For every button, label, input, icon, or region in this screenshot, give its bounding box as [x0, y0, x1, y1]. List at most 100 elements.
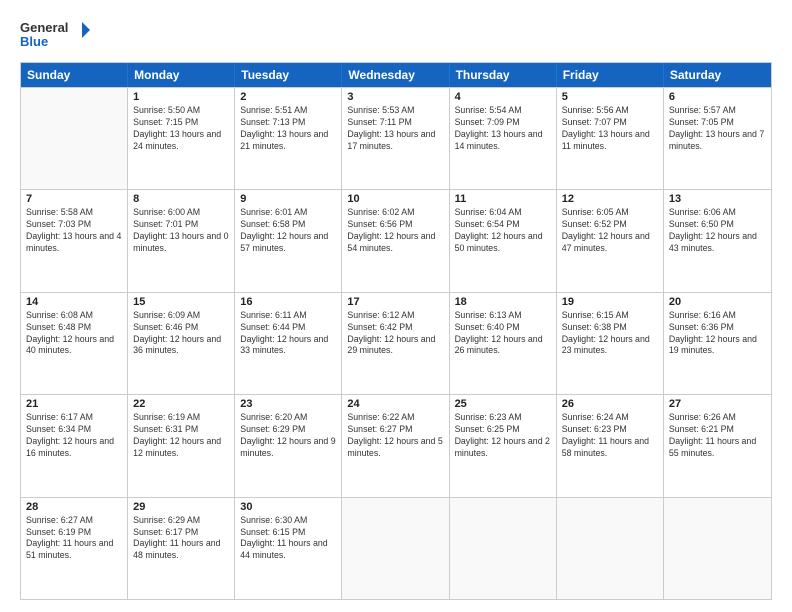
header-day: Monday [128, 63, 235, 87]
cell-info: Sunrise: 6:15 AMSunset: 6:38 PMDaylight:… [562, 310, 658, 358]
day-number: 11 [455, 193, 551, 205]
calendar-cell: 2 Sunrise: 5:51 AMSunset: 7:13 PMDayligh… [235, 88, 342, 189]
calendar-cell: 28 Sunrise: 6:27 AMSunset: 6:19 PMDaylig… [21, 498, 128, 599]
day-number: 24 [347, 398, 443, 410]
cell-info: Sunrise: 5:56 AMSunset: 7:07 PMDaylight:… [562, 105, 658, 153]
day-number: 22 [133, 398, 229, 410]
cell-info: Sunrise: 6:27 AMSunset: 6:19 PMDaylight:… [26, 515, 122, 563]
cell-info: Sunrise: 5:53 AMSunset: 7:11 PMDaylight:… [347, 105, 443, 153]
day-number: 25 [455, 398, 551, 410]
calendar-cell: 3 Sunrise: 5:53 AMSunset: 7:11 PMDayligh… [342, 88, 449, 189]
calendar-cell [557, 498, 664, 599]
cell-info: Sunrise: 6:01 AMSunset: 6:58 PMDaylight:… [240, 207, 336, 255]
cell-info: Sunrise: 6:06 AMSunset: 6:50 PMDaylight:… [669, 207, 766, 255]
cell-info: Sunrise: 6:12 AMSunset: 6:42 PMDaylight:… [347, 310, 443, 358]
header-day: Tuesday [235, 63, 342, 87]
cell-info: Sunrise: 6:00 AMSunset: 7:01 PMDaylight:… [133, 207, 229, 255]
calendar-cell: 9 Sunrise: 6:01 AMSunset: 6:58 PMDayligh… [235, 190, 342, 291]
cell-info: Sunrise: 6:26 AMSunset: 6:21 PMDaylight:… [669, 412, 766, 460]
day-number: 12 [562, 193, 658, 205]
calendar-row: 28 Sunrise: 6:27 AMSunset: 6:19 PMDaylig… [21, 497, 771, 599]
cell-info: Sunrise: 6:02 AMSunset: 6:56 PMDaylight:… [347, 207, 443, 255]
cell-info: Sunrise: 5:51 AMSunset: 7:13 PMDaylight:… [240, 105, 336, 153]
calendar-cell: 4 Sunrise: 5:54 AMSunset: 7:09 PMDayligh… [450, 88, 557, 189]
day-number: 17 [347, 296, 443, 308]
calendar-cell: 22 Sunrise: 6:19 AMSunset: 6:31 PMDaylig… [128, 395, 235, 496]
day-number: 1 [133, 91, 229, 103]
calendar-cell: 18 Sunrise: 6:13 AMSunset: 6:40 PMDaylig… [450, 293, 557, 394]
cell-info: Sunrise: 6:24 AMSunset: 6:23 PMDaylight:… [562, 412, 658, 460]
calendar-cell: 5 Sunrise: 5:56 AMSunset: 7:07 PMDayligh… [557, 88, 664, 189]
calendar-cell: 30 Sunrise: 6:30 AMSunset: 6:15 PMDaylig… [235, 498, 342, 599]
day-number: 30 [240, 501, 336, 513]
calendar-cell: 1 Sunrise: 5:50 AMSunset: 7:15 PMDayligh… [128, 88, 235, 189]
cell-info: Sunrise: 6:17 AMSunset: 6:34 PMDaylight:… [26, 412, 122, 460]
cell-info: Sunrise: 5:50 AMSunset: 7:15 PMDaylight:… [133, 105, 229, 153]
calendar-cell [450, 498, 557, 599]
calendar-cell: 8 Sunrise: 6:00 AMSunset: 7:01 PMDayligh… [128, 190, 235, 291]
day-number: 13 [669, 193, 766, 205]
day-number: 28 [26, 501, 122, 513]
calendar-cell [664, 498, 771, 599]
day-number: 15 [133, 296, 229, 308]
day-number: 8 [133, 193, 229, 205]
cell-info: Sunrise: 6:04 AMSunset: 6:54 PMDaylight:… [455, 207, 551, 255]
cell-info: Sunrise: 5:58 AMSunset: 7:03 PMDaylight:… [26, 207, 122, 255]
calendar-row: 1 Sunrise: 5:50 AMSunset: 7:15 PMDayligh… [21, 87, 771, 189]
cell-info: Sunrise: 6:11 AMSunset: 6:44 PMDaylight:… [240, 310, 336, 358]
cell-info: Sunrise: 6:22 AMSunset: 6:27 PMDaylight:… [347, 412, 443, 460]
calendar-cell: 11 Sunrise: 6:04 AMSunset: 6:54 PMDaylig… [450, 190, 557, 291]
day-number: 7 [26, 193, 122, 205]
header-day: Wednesday [342, 63, 449, 87]
cell-info: Sunrise: 6:19 AMSunset: 6:31 PMDaylight:… [133, 412, 229, 460]
cell-info: Sunrise: 6:05 AMSunset: 6:52 PMDaylight:… [562, 207, 658, 255]
calendar-cell: 12 Sunrise: 6:05 AMSunset: 6:52 PMDaylig… [557, 190, 664, 291]
calendar-cell: 14 Sunrise: 6:08 AMSunset: 6:48 PMDaylig… [21, 293, 128, 394]
calendar-cell: 16 Sunrise: 6:11 AMSunset: 6:44 PMDaylig… [235, 293, 342, 394]
cell-info: Sunrise: 5:57 AMSunset: 7:05 PMDaylight:… [669, 105, 766, 153]
cell-info: Sunrise: 6:20 AMSunset: 6:29 PMDaylight:… [240, 412, 336, 460]
header-day: Saturday [664, 63, 771, 87]
calendar-cell: 17 Sunrise: 6:12 AMSunset: 6:42 PMDaylig… [342, 293, 449, 394]
header-day: Thursday [450, 63, 557, 87]
calendar-cell [342, 498, 449, 599]
logo: General Blue [20, 18, 90, 54]
calendar-cell: 21 Sunrise: 6:17 AMSunset: 6:34 PMDaylig… [21, 395, 128, 496]
calendar-cell: 15 Sunrise: 6:09 AMSunset: 6:46 PMDaylig… [128, 293, 235, 394]
cell-info: Sunrise: 6:23 AMSunset: 6:25 PMDaylight:… [455, 412, 551, 460]
calendar-row: 14 Sunrise: 6:08 AMSunset: 6:48 PMDaylig… [21, 292, 771, 394]
calendar-cell: 23 Sunrise: 6:20 AMSunset: 6:29 PMDaylig… [235, 395, 342, 496]
header-day: Sunday [21, 63, 128, 87]
day-number: 16 [240, 296, 336, 308]
day-number: 6 [669, 91, 766, 103]
cell-info: Sunrise: 6:30 AMSunset: 6:15 PMDaylight:… [240, 515, 336, 563]
calendar-cell: 13 Sunrise: 6:06 AMSunset: 6:50 PMDaylig… [664, 190, 771, 291]
day-number: 27 [669, 398, 766, 410]
day-number: 18 [455, 296, 551, 308]
day-number: 2 [240, 91, 336, 103]
cell-info: Sunrise: 6:16 AMSunset: 6:36 PMDaylight:… [669, 310, 766, 358]
calendar-cell: 6 Sunrise: 5:57 AMSunset: 7:05 PMDayligh… [664, 88, 771, 189]
cell-info: Sunrise: 6:08 AMSunset: 6:48 PMDaylight:… [26, 310, 122, 358]
day-number: 29 [133, 501, 229, 513]
day-number: 3 [347, 91, 443, 103]
day-number: 9 [240, 193, 336, 205]
cell-info: Sunrise: 5:54 AMSunset: 7:09 PMDaylight:… [455, 105, 551, 153]
day-number: 23 [240, 398, 336, 410]
calendar: SundayMondayTuesdayWednesdayThursdayFrid… [20, 62, 772, 600]
calendar-cell: 24 Sunrise: 6:22 AMSunset: 6:27 PMDaylig… [342, 395, 449, 496]
calendar-page: General Blue SundayMondayTuesdayWednesda… [0, 0, 792, 612]
calendar-row: 7 Sunrise: 5:58 AMSunset: 7:03 PMDayligh… [21, 189, 771, 291]
day-number: 20 [669, 296, 766, 308]
calendar-cell: 20 Sunrise: 6:16 AMSunset: 6:36 PMDaylig… [664, 293, 771, 394]
calendar-cell: 25 Sunrise: 6:23 AMSunset: 6:25 PMDaylig… [450, 395, 557, 496]
day-number: 19 [562, 296, 658, 308]
day-number: 26 [562, 398, 658, 410]
svg-text:Blue: Blue [20, 34, 48, 49]
calendar-cell [21, 88, 128, 189]
calendar-row: 21 Sunrise: 6:17 AMSunset: 6:34 PMDaylig… [21, 394, 771, 496]
logo-svg: General Blue [20, 18, 90, 54]
calendar-cell: 10 Sunrise: 6:02 AMSunset: 6:56 PMDaylig… [342, 190, 449, 291]
header-day: Friday [557, 63, 664, 87]
cell-info: Sunrise: 6:09 AMSunset: 6:46 PMDaylight:… [133, 310, 229, 358]
